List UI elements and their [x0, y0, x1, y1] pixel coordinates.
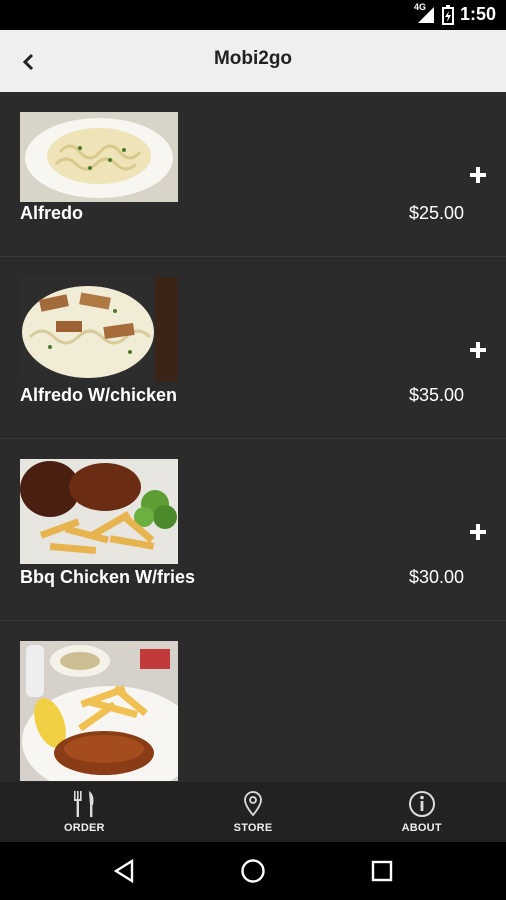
tab-order[interactable]: ORDER [0, 782, 169, 842]
app-bar: Mobi2go [0, 30, 506, 92]
page-title: Mobi2go [213, 48, 293, 69]
item-price: $35.00 [408, 385, 464, 405]
status-bar: 4G 1:50 [0, 0, 506, 30]
menu-item[interactable]: Alfredo W/chicken $35.00 [0, 257, 506, 439]
location-pin-icon [244, 791, 262, 817]
system-home-button[interactable] [236, 854, 270, 888]
plus-icon [470, 342, 486, 358]
network-type: 4G [413, 1, 426, 12]
chicken-fries-image [20, 641, 178, 781]
system-recents-button[interactable] [365, 854, 399, 888]
item-name: Alfredo W/chicken [20, 385, 178, 405]
plus-icon [470, 524, 486, 540]
tab-label: ORDER [63, 822, 105, 834]
menu-list[interactable]: Alfredo $25.00 Alfredo W/chicken $35.00 [0, 92, 506, 782]
battery-icon [441, 4, 454, 25]
menu-item[interactable]: Alfredo $25.00 [0, 92, 506, 257]
plus-icon [470, 167, 486, 183]
bottom-nav: ORDER STORE ABOUT [0, 782, 506, 842]
item-price: $30.00 [408, 567, 464, 587]
add-item-button[interactable] [468, 522, 488, 542]
triangle-back-icon [114, 859, 134, 883]
tab-label: STORE [233, 822, 273, 834]
menu-item[interactable]: Bbq Chicken W/fries $30.00 [0, 439, 506, 621]
add-item-button[interactable] [468, 340, 488, 360]
alfredo-image [20, 112, 178, 202]
add-item-button[interactable] [468, 165, 488, 185]
system-nav-bar [0, 842, 506, 900]
cutlery-icon [74, 791, 94, 817]
tab-label: ABOUT [401, 822, 442, 834]
signal-icon: 4G [413, 1, 436, 25]
menu-item[interactable] [0, 621, 506, 782]
item-name: Alfredo [20, 203, 83, 223]
tab-store[interactable]: STORE [169, 782, 338, 842]
item-price: $25.00 [408, 203, 464, 223]
square-recents-icon [371, 860, 392, 882]
system-back-button[interactable] [107, 854, 141, 888]
tab-about[interactable]: ABOUT [337, 782, 506, 842]
alfredo-chicken-image [20, 277, 178, 382]
clock: 1:50 [459, 4, 496, 24]
bbq-chicken-image [20, 459, 178, 564]
circle-home-icon [241, 859, 265, 883]
item-name: Bbq Chicken W/fries [20, 567, 196, 587]
info-icon [408, 791, 435, 817]
